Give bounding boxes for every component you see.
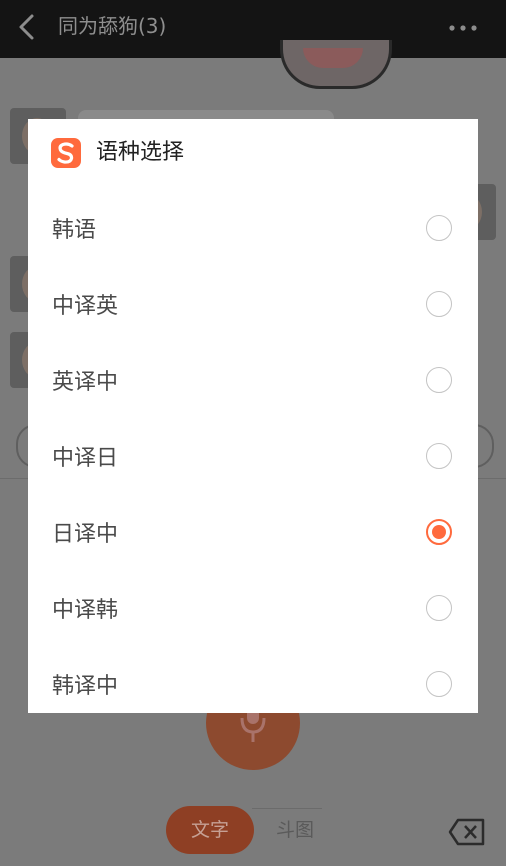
option-zh-ko[interactable]: 中译韩 xyxy=(28,573,478,649)
language-options-list: 韩语 中译英 英译中 中译日 日译中 中译韩 韩译中 xyxy=(28,193,478,725)
chat-title: 同为舔狗(3) xyxy=(58,14,167,38)
radio-button[interactable] xyxy=(426,443,452,469)
option-label: 中译日 xyxy=(52,446,119,471)
top-bar: 同为舔狗(3) xyxy=(0,0,506,58)
option-en-zh[interactable]: 英译中 xyxy=(28,345,478,421)
radio-button[interactable] xyxy=(426,291,452,317)
option-label: 日译中 xyxy=(52,522,119,547)
dialog-title: 语种选择 xyxy=(96,140,185,165)
option-label: 韩译中 xyxy=(52,674,119,699)
option-label: 韩语 xyxy=(52,218,97,243)
language-select-dialog: 语种选择 韩语 中译英 英译中 中译日 日译中 中译韩 韩译中 xyxy=(28,119,478,713)
tab-text[interactable]: 文字 xyxy=(166,806,254,854)
option-zh-en[interactable]: 中译英 xyxy=(28,269,478,345)
more-options-icon[interactable] xyxy=(448,24,478,32)
radio-button[interactable] xyxy=(426,671,452,697)
option-ja-zh[interactable]: 日译中 xyxy=(28,497,478,573)
input-mode-tabs: 文字 斗图 xyxy=(162,806,322,856)
radio-button[interactable] xyxy=(426,367,452,393)
radio-button[interactable] xyxy=(426,519,452,545)
option-ko-zh[interactable]: 韩译中 xyxy=(28,649,478,725)
option-label: 中译韩 xyxy=(52,598,119,623)
back-arrow-icon[interactable] xyxy=(14,12,40,42)
tab-sticker[interactable]: 斗图 xyxy=(260,806,330,854)
option-label: 中译英 xyxy=(52,294,119,319)
radio-button[interactable] xyxy=(426,595,452,621)
option-zh-ja[interactable]: 中译日 xyxy=(28,421,478,497)
radio-button[interactable] xyxy=(426,215,452,241)
sogou-logo-icon xyxy=(51,138,81,168)
dialog-header: 语种选择 xyxy=(28,119,478,187)
option-ko[interactable]: 韩语 xyxy=(28,193,478,269)
backspace-icon[interactable] xyxy=(448,818,486,846)
option-label: 英译中 xyxy=(52,370,119,395)
